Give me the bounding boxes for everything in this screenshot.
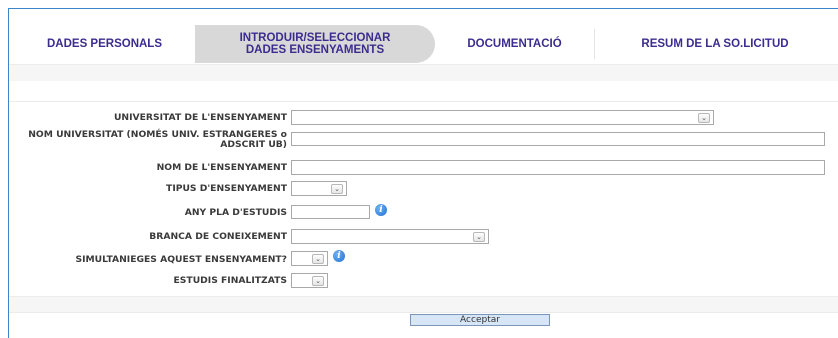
branca-label: BRANCA DE CONEIXEMENT	[149, 231, 287, 242]
tab-dades-personals[interactable]: DADES PERSONALS	[14, 25, 195, 63]
universitat-select[interactable]: ⌄	[291, 110, 714, 125]
tipus-ensenyament-select[interactable]: ⌄	[291, 181, 347, 196]
estudis-finalitzats-label: ESTUDIS FINALITZATS	[173, 275, 287, 286]
tab-label: RESUM DE LA SO.LICITUD	[641, 38, 789, 50]
simultanieges-label: SIMULTANIEGES AQUEST ENSENYAMENT?	[75, 254, 287, 265]
footer-band	[9, 296, 838, 313]
tab-label-line2: DADES ENSENYAMENTS	[245, 44, 385, 56]
chevron-down-icon: ⌄	[312, 276, 324, 286]
nom-ensenyament-input[interactable]	[291, 160, 825, 175]
tipus-ensenyament-label: TIPUS D'ENSENYAMENT	[166, 183, 287, 194]
nom-universitat-input[interactable]	[291, 132, 825, 146]
info-icon[interactable]: i	[333, 250, 345, 262]
chevron-down-icon: ⌄	[698, 113, 710, 123]
tab-label: DOCUMENTACIÓ	[467, 38, 562, 50]
tab-label: DADES PERSONALS	[46, 38, 163, 50]
estudis-finalitzats-select[interactable]: ⌄	[291, 273, 328, 288]
nom-universitat-label-line2: ADSCRIT UB)	[220, 139, 287, 150]
tab-dades-ensenyaments[interactable]: INTRODUIR/SELECCIONAR DADES ENSENYAMENTS	[195, 25, 435, 63]
chevron-down-icon: ⌄	[473, 232, 485, 242]
chevron-down-icon: ⌄	[331, 184, 343, 194]
spacer-band	[9, 64, 838, 82]
nom-universitat-label: NOM UNIVERSITAT (NOMÉS UNIV. ESTRANGERES…	[28, 130, 287, 150]
universitat-label: UNIVERSITAT DE L'ENSENYAMENT	[113, 112, 287, 123]
tab-label-line1: INTRODUIR/SELECCIONAR	[239, 32, 391, 44]
nom-ensenyament-label: NOM DE L'ENSENYAMENT	[156, 162, 287, 173]
chevron-down-icon: ⌄	[312, 254, 324, 264]
any-pla-label: ANY PLA D'ESTUDIS	[184, 207, 287, 218]
spacer-band	[9, 81, 838, 102]
simultanieges-select[interactable]: ⌄	[291, 251, 328, 266]
wizard-tabs: DADES PERSONALS INTRODUIR/SELECCIONAR DA…	[14, 25, 838, 63]
branca-select[interactable]: ⌄	[291, 229, 489, 244]
tab-resum-solicitud[interactable]: RESUM DE LA SO.LICITUD	[595, 25, 835, 63]
any-pla-input[interactable]	[291, 205, 370, 219]
tab-documentacio[interactable]: DOCUMENTACIÓ	[435, 25, 594, 63]
accept-button[interactable]: Acceptar	[410, 314, 550, 326]
info-icon[interactable]: i	[375, 204, 387, 216]
